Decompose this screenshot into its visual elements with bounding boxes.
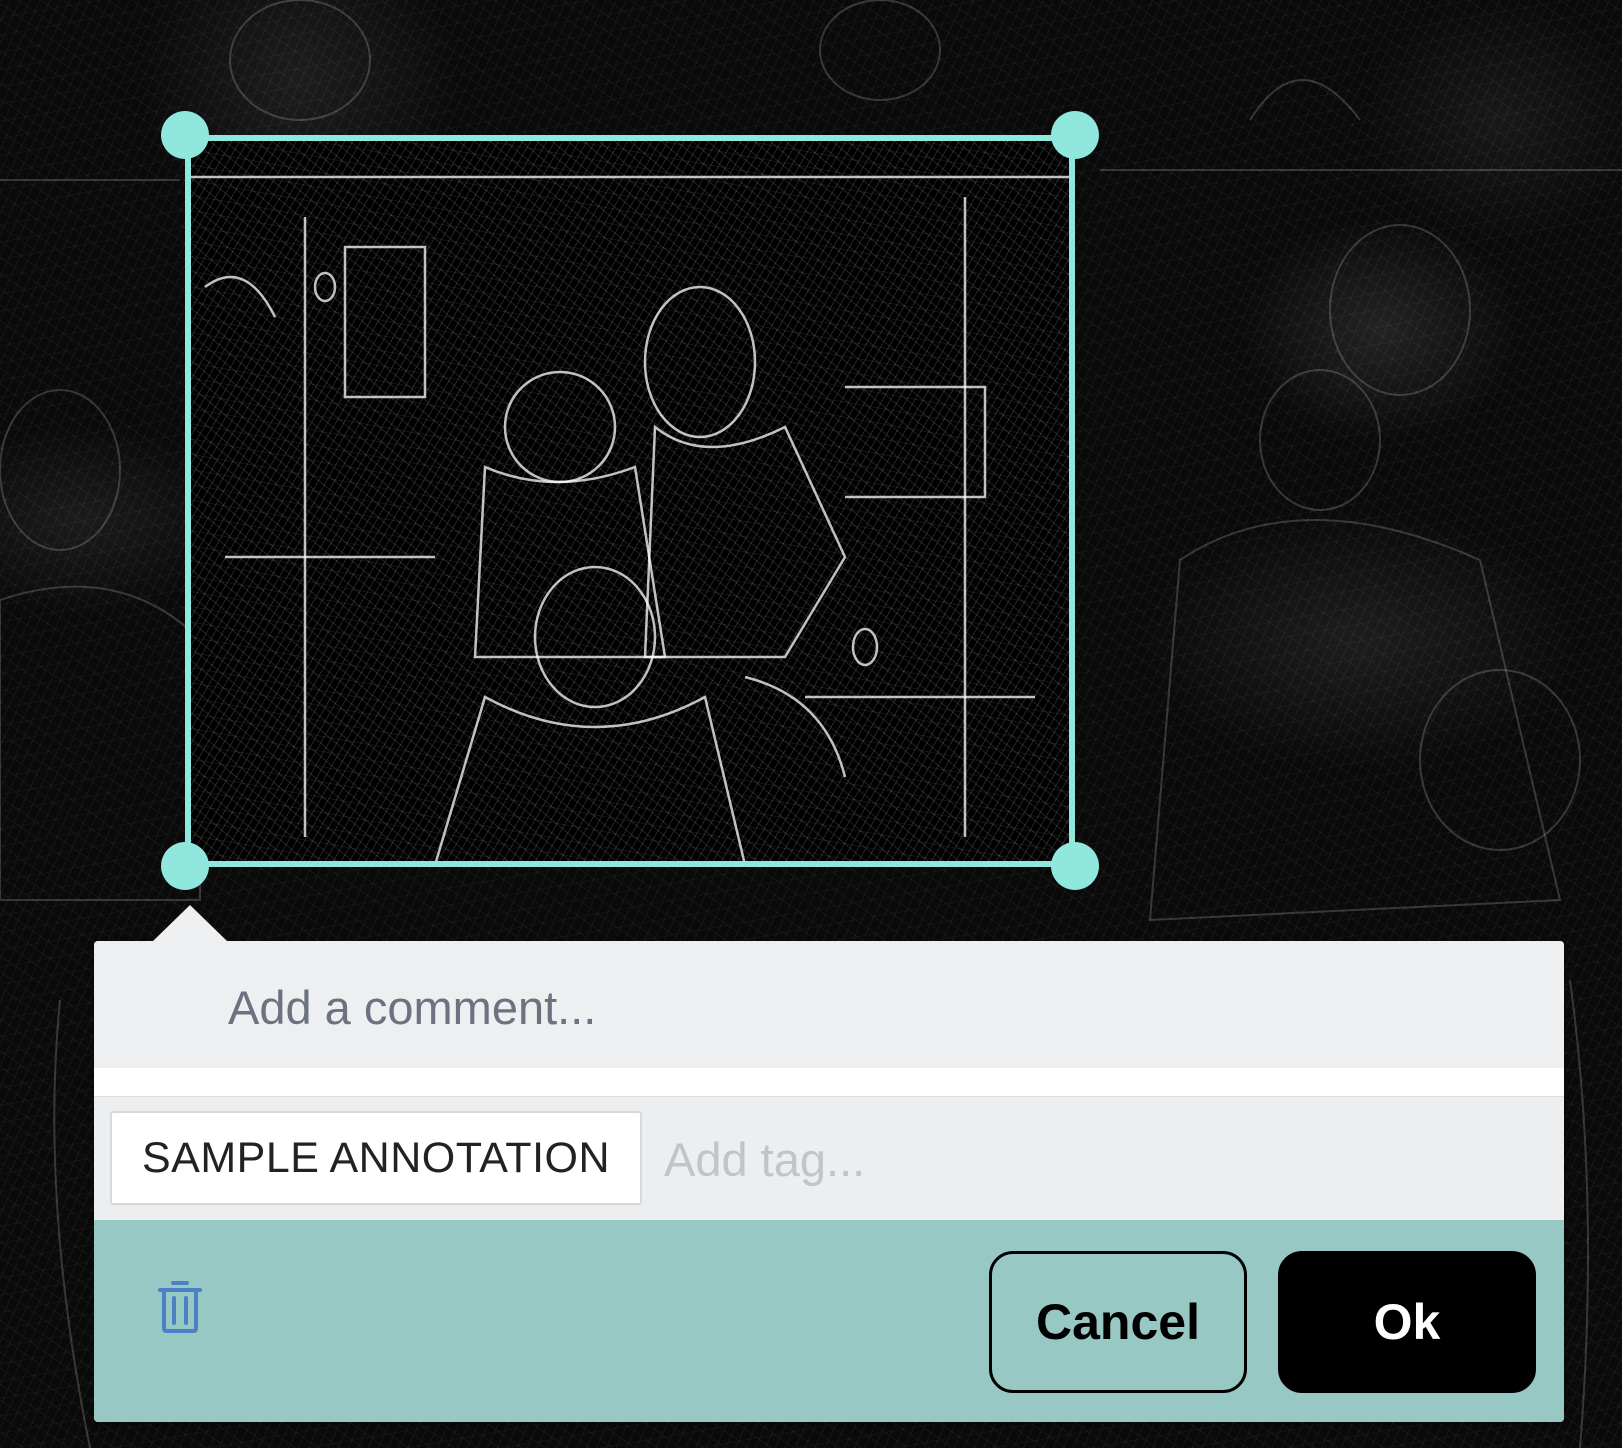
cancel-button[interactable]: Cancel [989,1251,1247,1393]
tag-chip[interactable]: SAMPLE ANNOTATION [110,1111,642,1205]
annotation-canvas[interactable]: SAMPLE ANNOTATION Cancel Ok [0,0,1622,1448]
trash-icon[interactable] [156,1278,204,1334]
editor-footer: Cancel Ok [94,1220,1564,1422]
tag-section: SAMPLE ANNOTATION [94,1096,1564,1221]
tag-input[interactable] [662,1123,1526,1195]
ok-button[interactable]: Ok [1278,1251,1536,1393]
resize-handle-bottom-left[interactable] [161,842,209,890]
section-divider [94,1068,1564,1096]
editor-pointer-arrow [152,905,228,942]
resize-handle-top-right[interactable] [1051,111,1099,159]
selection-box[interactable] [185,135,1075,867]
comment-input[interactable] [226,971,1530,1043]
resize-handle-bottom-right[interactable] [1051,842,1099,890]
resize-handle-top-left[interactable] [161,111,209,159]
annotation-editor: SAMPLE ANNOTATION Cancel Ok [94,905,1564,1422]
comment-section [94,941,1564,1068]
